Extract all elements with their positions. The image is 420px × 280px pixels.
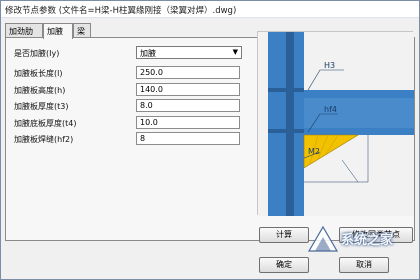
column-stiffener-bottom <box>268 129 304 133</box>
diagram-label-hf4: hf4 <box>324 105 337 114</box>
diagram-label-h3: H3 <box>324 61 335 70</box>
beam-web <box>304 98 414 128</box>
dialog-window: 修改节点参数 (文件名=H梁-H柱翼缘刚接（梁翼对焊）.dwg) 加劲肋 加腋 … <box>0 0 420 280</box>
dropdown-arrow-icon[interactable]: ▼ <box>233 48 238 56</box>
plate-height-input[interactable]: 140.0 <box>136 83 240 96</box>
beam-bottom-flange <box>304 128 414 135</box>
column-stiffener-top <box>268 88 304 92</box>
plate-thickness-label: 加腋板厚度(t3) <box>14 102 69 111</box>
calculate-button[interactable]: 计算 <box>259 227 309 243</box>
joint-diagram: H3 hf4 M2 <box>257 31 414 216</box>
plate-length-input[interactable]: 250.0 <box>136 66 240 79</box>
beam-top-flange <box>304 90 414 98</box>
watermark-text: 系统之家 <box>341 233 394 248</box>
column-web <box>286 32 294 216</box>
plate-length-label: 加腋板长度(l) <box>14 69 63 78</box>
title-bar: 修改节点参数 (文件名=H梁-H柱翼缘刚接（梁翼对焊）.dwg) <box>1 1 419 18</box>
watermark-logo-icon <box>307 225 339 252</box>
has-haunch-select[interactable]: 加腋 ▼ <box>136 46 242 59</box>
watermark: 系统之家 <box>305 221 413 259</box>
tab-haunch[interactable]: 加腋 <box>43 23 73 39</box>
has-haunch-value: 加腋 <box>140 49 156 58</box>
bottom-plate-thickness-label: 加腋底板厚度(t4) <box>14 119 77 128</box>
tab-stiffener[interactable]: 加劲肋 <box>5 23 43 38</box>
column-flange-left <box>268 32 286 216</box>
ok-button[interactable]: 确定 <box>259 257 309 273</box>
has-haunch-label: 是否加腋(Iy) <box>14 49 60 58</box>
window-title: 修改节点参数 (文件名=H梁-H柱翼缘刚接（梁翼对焊）.dwg) <box>5 6 237 16</box>
bottom-plate-thickness-input[interactable]: 10.0 <box>136 116 240 129</box>
weld-size-label: 加腋板焊缝(hf2) <box>14 135 74 144</box>
joint-drawing: H3 hf4 M2 <box>258 32 414 216</box>
tab-beam[interactable]: 梁 <box>73 23 91 38</box>
column-flange-right <box>294 32 304 216</box>
diagram-label-m2: M2 <box>308 147 320 156</box>
plate-thickness-input[interactable]: 8.0 <box>136 99 240 112</box>
weld-size-input[interactable]: 8 <box>136 132 240 145</box>
plate-height-label: 加腋板高度(h) <box>14 86 66 95</box>
cancel-button[interactable]: 取消 <box>339 257 389 273</box>
